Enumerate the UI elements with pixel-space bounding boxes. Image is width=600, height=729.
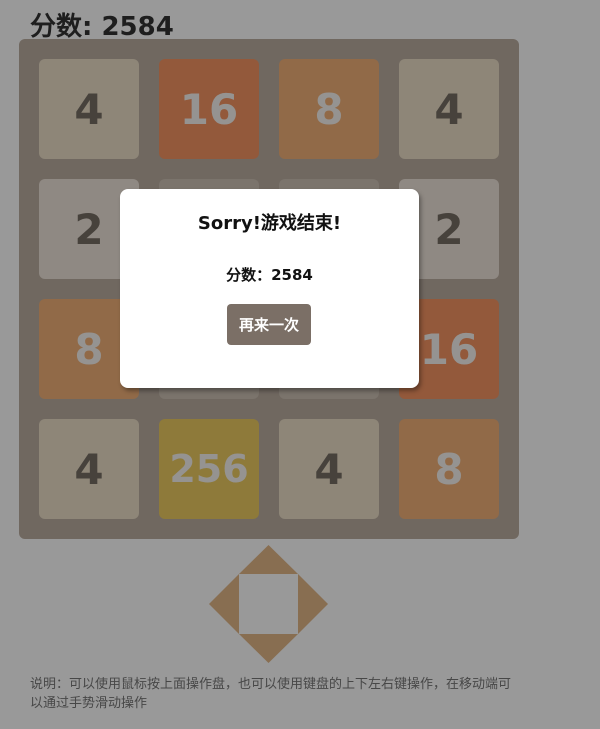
dialog-score: 分数：2584 [226,266,313,284]
dialog-title: Sorry!游戏结束! [197,213,342,234]
restart-button[interactable]: 再来一次 [227,304,311,345]
game-over-dialog: Sorry!游戏结束! 分数：2584 再来一次 [120,189,419,388]
